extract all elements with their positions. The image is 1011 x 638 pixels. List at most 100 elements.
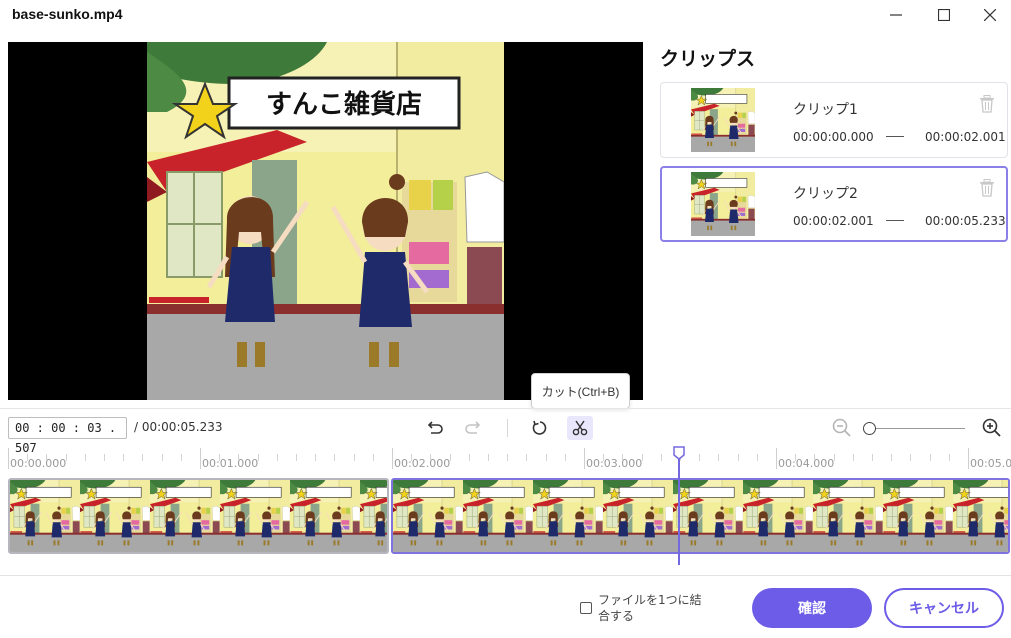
- ruler-minor-tick: [622, 454, 624, 461]
- filmstrip: [10, 480, 389, 552]
- current-time-input[interactable]: 00 : 00 : 03 . 507: [8, 417, 127, 455]
- ruler-minor-tick: [545, 454, 547, 461]
- zoom-in-button[interactable]: [979, 416, 1005, 440]
- zoom-slider-track[interactable]: [870, 428, 965, 429]
- ruler-minor-tick: [315, 454, 317, 461]
- playhead-icon[interactable]: [673, 446, 685, 460]
- time-separator: [886, 220, 904, 221]
- cut-tooltip: カット(Ctrl+B): [531, 373, 630, 409]
- ruler-minor-tick: [929, 454, 931, 461]
- ruler-minor-tick: [852, 454, 854, 461]
- ruler-minor-tick: [641, 454, 643, 461]
- clip-name: クリップ2: [793, 186, 858, 202]
- redo-icon: [465, 421, 481, 434]
- clip-name: クリップ1: [793, 102, 858, 118]
- ruler-minor-tick: [603, 454, 605, 461]
- ruler-minor-tick: [372, 454, 374, 461]
- filmstrip-frame: [290, 480, 360, 552]
- window-title: base-sunko.mp4: [12, 6, 123, 22]
- filmstrip-frame: [743, 480, 813, 552]
- ruler-minor-tick: [468, 454, 470, 461]
- ruler-minor-tick: [334, 454, 336, 461]
- ruler-minor-tick: [872, 454, 873, 461]
- ruler-minor-tick: [142, 454, 144, 461]
- clip-end-time: 00:00:05.233: [925, 214, 1006, 228]
- ruler-minor-tick: [46, 454, 48, 461]
- ruler-minor-tick: [910, 454, 912, 461]
- timeline-clip-1[interactable]: [8, 478, 389, 554]
- reset-icon: [532, 420, 547, 435]
- scissors-icon: [572, 420, 588, 436]
- ruler-minor-tick: [65, 454, 67, 461]
- merge-files-checkbox[interactable]: [580, 602, 592, 614]
- ruler-minor-tick: [296, 454, 297, 461]
- cut-button[interactable]: [567, 416, 593, 440]
- filmstrip-frame: [220, 480, 290, 552]
- ruler-tick-label: 00:03.000: [586, 457, 643, 470]
- video-frame: すんこ雑貨店: [147, 42, 504, 400]
- filmstrip-frame: [953, 480, 1010, 552]
- ruler-tick-label: 00:02.000: [394, 457, 451, 470]
- ruler-major-tick: [584, 448, 585, 469]
- undo-icon: [427, 421, 443, 434]
- filmstrip-frame: [883, 480, 953, 552]
- trash-icon[interactable]: [979, 95, 995, 113]
- close-icon: [984, 9, 996, 21]
- timeline-clip-2[interactable]: [391, 478, 1010, 554]
- minimize-button[interactable]: [872, 0, 920, 30]
- footer-divider: [0, 575, 1011, 576]
- ruler-minor-tick: [219, 454, 221, 461]
- ruler-minor-tick: [27, 454, 29, 461]
- merge-files-label[interactable]: ファイルを1つに結合する: [598, 592, 710, 624]
- ruler-tick-label: 00:05.00: [970, 457, 1011, 470]
- ruler-minor-tick: [833, 454, 835, 461]
- clip-start-time: 00:00:02.001: [793, 214, 874, 228]
- playhead-line[interactable]: [678, 452, 680, 565]
- filmstrip-frame: [10, 480, 80, 552]
- filmstrip-frame: [533, 480, 603, 552]
- filmstrip: [393, 480, 1010, 552]
- trash-icon[interactable]: [979, 179, 995, 197]
- ruler-minor-tick: [564, 454, 566, 461]
- ruler-minor-tick: [161, 454, 163, 461]
- filmstrip-frame: [813, 480, 883, 552]
- ruler-minor-tick: [104, 454, 105, 461]
- ruler-major-tick: [8, 448, 9, 469]
- close-button[interactable]: [966, 0, 1011, 30]
- ruler-minor-tick: [488, 454, 489, 461]
- ruler-minor-tick: [891, 454, 893, 461]
- zoom-in-icon: [982, 418, 1001, 437]
- ruler-tick-label: 00:01.000: [202, 457, 259, 470]
- reset-button[interactable]: [527, 416, 553, 440]
- zoom-slider-handle[interactable]: [863, 422, 876, 435]
- cancel-button[interactable]: キャンセル: [884, 588, 1004, 628]
- zoom-out-button[interactable]: [829, 416, 855, 440]
- title-bar: base-sunko.mp4: [0, 0, 1011, 30]
- ruler-minor-tick: [84, 454, 86, 461]
- ruler-minor-tick: [718, 454, 720, 461]
- ruler-minor-tick: [737, 454, 739, 461]
- filmstrip-frame: [393, 480, 463, 552]
- ruler-minor-tick: [257, 454, 259, 461]
- confirm-button[interactable]: 確認: [752, 588, 872, 628]
- filmstrip-frame: [80, 480, 150, 552]
- undo-button[interactable]: [421, 416, 447, 440]
- timeline-ruler[interactable]: 00:00.000 00:01.000 00:02.000 00:03.000 00:0…: [0, 446, 1011, 474]
- redo-button[interactable]: [461, 416, 487, 440]
- ruler-minor-tick: [795, 454, 797, 461]
- filmstrip-frame: [150, 480, 220, 552]
- ruler-major-tick: [776, 448, 777, 469]
- clip-thumbnail: [691, 172, 755, 236]
- ruler-major-tick: [200, 448, 201, 469]
- video-preview[interactable]: すんこ雑貨店: [8, 42, 643, 400]
- time-separator: [886, 136, 904, 137]
- clip-card-1[interactable]: クリップ1 00:00:00.000 00:00:02.001: [660, 82, 1008, 158]
- ruler-minor-tick: [238, 454, 240, 461]
- maximize-icon: [938, 9, 950, 21]
- clip-card-2[interactable]: クリップ2 00:00:02.001 00:00:05.233: [660, 166, 1008, 242]
- store-sign-text: すんこ雑貨店: [266, 89, 422, 120]
- ruler-minor-tick: [507, 454, 509, 461]
- ruler-major-tick: [968, 448, 969, 469]
- maximize-button[interactable]: [920, 0, 968, 30]
- minimize-icon: [890, 14, 902, 16]
